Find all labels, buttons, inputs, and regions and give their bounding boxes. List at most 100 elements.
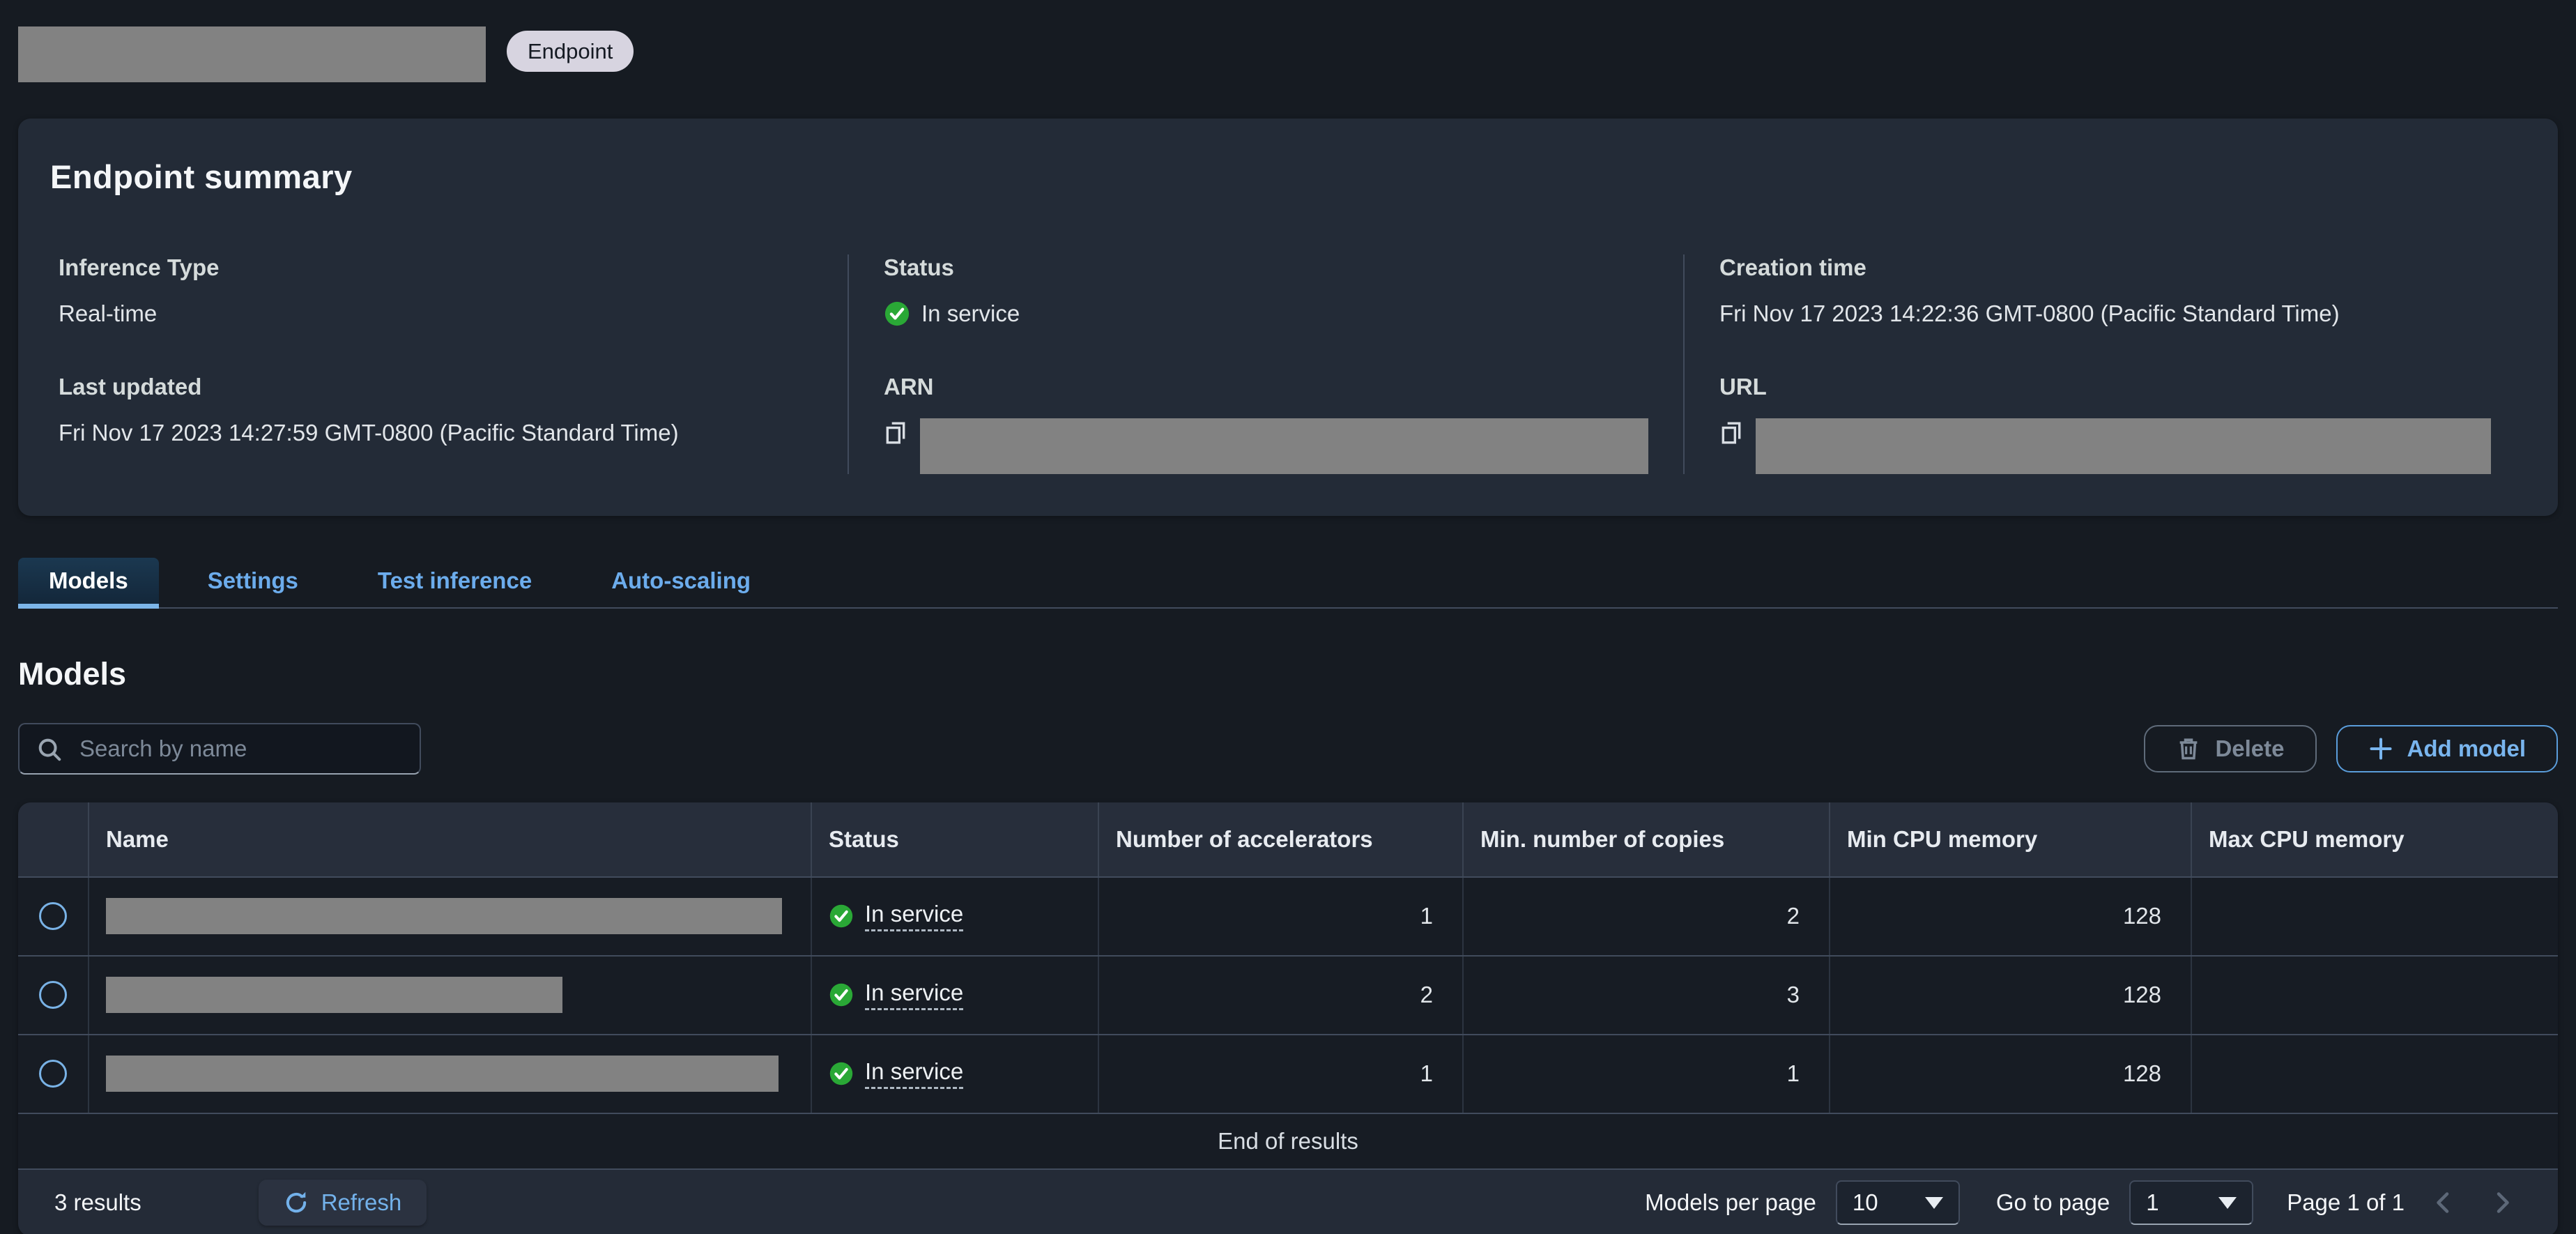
models-table: Name Status Number of accelerators Min. … [18, 802, 2558, 1234]
creation-time-label: Creation time [1719, 254, 1866, 280]
field-inference-type: Inference Type Real-time [59, 254, 813, 329]
status-link[interactable]: In service [829, 901, 964, 932]
goto-page-label: Go to page [1995, 1189, 2110, 1216]
row-name-cell [88, 1035, 811, 1113]
row-max-cpu-cell [2191, 1035, 2558, 1113]
page-indicator: Page 1 of 1 [2287, 1189, 2405, 1216]
inference-type-value: Real-time [59, 300, 158, 326]
field-last-updated: Last updated Fri Nov 17 2023 14:27:59 GM… [59, 374, 813, 448]
header-accelerators: Number of accelerators [1098, 802, 1462, 876]
tab-settings[interactable]: Settings [177, 558, 329, 609]
previous-page-button[interactable] [2424, 1189, 2463, 1217]
row-min-copies-cell: 3 [1462, 956, 1829, 1034]
row-accelerators-cell: 1 [1098, 1035, 1462, 1113]
summary-column-1: Inference Type Real-time Last updated Fr… [50, 254, 848, 474]
per-page-select[interactable]: 10 [1835, 1180, 1960, 1226]
delete-button[interactable]: Delete [2144, 724, 2317, 772]
url-label: URL [1719, 373, 1767, 399]
row-min-cpu-cell: 128 [1829, 877, 2191, 955]
plus-icon [2368, 736, 2393, 761]
goto-page-value: 1 [2146, 1189, 2159, 1216]
endpoint-summary-panel: Endpoint summary Inference Type Real-tim… [18, 119, 2558, 516]
per-page-label: Models per page [1645, 1189, 1816, 1216]
field-creation-time: Creation time Fri Nov 17 2023 14:22:36 G… [1719, 254, 2491, 329]
row-max-cpu-cell [2191, 956, 2558, 1034]
models-heading: Models [18, 655, 127, 692]
status-link[interactable]: In service [829, 980, 964, 1011]
url-value-redacted [1756, 418, 2491, 474]
status-link-label: In service [865, 901, 964, 932]
status-link-label: In service [865, 1058, 964, 1090]
tab-bar: Models Settings Test inference Auto-scal… [18, 557, 2558, 609]
row-name-cell [88, 877, 811, 955]
chevron-right-icon [2488, 1189, 2516, 1217]
last-updated-label: Last updated [59, 373, 202, 399]
status-label: Status [884, 254, 954, 280]
row-status-cell: In service [811, 877, 1098, 955]
row-accelerators-cell: 2 [1098, 956, 1462, 1034]
row-radio-button[interactable] [39, 981, 67, 1010]
creation-time-value: Fri Nov 17 2023 14:22:36 GMT-0800 (Pacif… [1719, 300, 2340, 326]
next-page-button[interactable] [2483, 1189, 2522, 1217]
status-link[interactable]: In service [829, 1058, 964, 1090]
copy-icon [1719, 420, 1743, 446]
row-min-copies-cell: 2 [1462, 877, 1829, 955]
row-max-cpu-cell [2191, 877, 2558, 955]
row-radio-button[interactable] [39, 1060, 67, 1088]
status-value: In service [884, 299, 1648, 329]
chevron-left-icon [2430, 1189, 2458, 1217]
url-copy-button[interactable] [1719, 420, 1743, 448]
status-text: In service [921, 300, 1020, 326]
arn-value-redacted [920, 418, 1648, 474]
row-radio-button[interactable] [39, 902, 67, 931]
model-name-redacted [106, 1056, 779, 1092]
table-header-row: Name Status Number of accelerators Min. … [18, 802, 2558, 876]
delete-button-label: Delete [2215, 735, 2285, 761]
status-success-icon [884, 300, 910, 327]
models-toolbar: Delete Add model [18, 722, 2558, 775]
tab-test-inference[interactable]: Test inference [347, 558, 562, 609]
summary-column-3: Creation time Fri Nov 17 2023 14:22:36 G… [1683, 254, 2526, 474]
summary-column-2: Status In service ARN [848, 254, 1683, 474]
caret-down-icon [1924, 1196, 1943, 1209]
row-selection-cell [18, 957, 88, 1034]
tab-models[interactable]: Models [18, 557, 159, 609]
add-model-button-label: Add model [2407, 735, 2527, 761]
row-selection-cell [18, 1035, 88, 1113]
header-name: Name [88, 802, 811, 876]
row-min-cpu-cell: 128 [1829, 1035, 2191, 1113]
row-status-cell: In service [811, 1035, 1098, 1113]
status-success-icon [829, 982, 854, 1007]
header-status: Status [811, 802, 1098, 876]
arn-copy-button[interactable] [884, 420, 907, 448]
per-page-value: 10 [1852, 1189, 1878, 1216]
tab-auto-scaling[interactable]: Auto-scaling [581, 558, 781, 609]
search-input[interactable] [18, 722, 421, 775]
table-footer: 3 results Refresh Models per page 10 Go … [18, 1168, 2558, 1234]
endpoint-type-badge: Endpoint [507, 31, 634, 72]
status-success-icon [829, 1061, 854, 1086]
endpoint-details-page: Endpoint Endpoint summary Inference Type… [0, 0, 2576, 1234]
row-accelerators-cell: 1 [1098, 877, 1462, 955]
search-icon [36, 736, 63, 763]
header-selection [18, 802, 88, 876]
field-arn: ARN [884, 374, 1648, 474]
status-success-icon [829, 904, 854, 929]
header-max-cpu: Max CPU memory [2191, 802, 2558, 876]
header-min-cpu: Min CPU memory [1829, 802, 2191, 876]
row-status-cell: In service [811, 956, 1098, 1034]
url-value-row [1719, 418, 2491, 474]
inference-type-label: Inference Type [59, 254, 220, 280]
status-link-label: In service [865, 980, 964, 1011]
refresh-button[interactable]: Refresh [258, 1180, 427, 1226]
arn-value-row [884, 418, 1648, 474]
results-count: 3 results [54, 1189, 141, 1216]
row-selection-cell [18, 878, 88, 955]
refresh-icon [284, 1190, 309, 1215]
add-model-button[interactable]: Add model [2336, 724, 2558, 772]
goto-page-select[interactable]: 1 [2129, 1180, 2254, 1226]
field-url: URL [1719, 374, 2491, 474]
pagination-controls: Models per page 10 Go to page 1 Page 1 o… [1645, 1180, 2522, 1226]
refresh-button-label: Refresh [321, 1189, 402, 1216]
model-name-redacted [106, 898, 782, 935]
